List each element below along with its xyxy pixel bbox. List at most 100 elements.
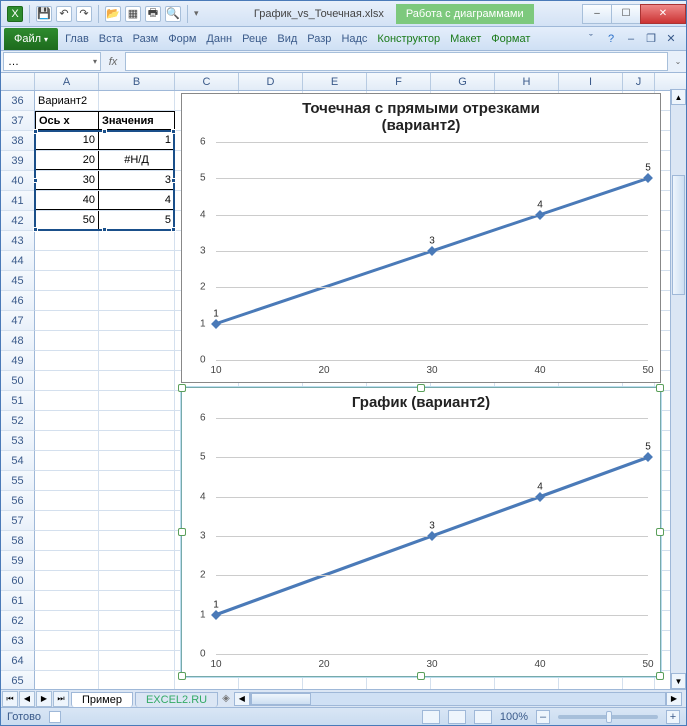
zoom-level[interactable]: 100% [500,711,528,723]
cell[interactable] [35,451,99,470]
col-F[interactable]: F [367,73,431,90]
cell[interactable] [35,591,99,610]
col-B[interactable]: B [99,73,175,90]
scroll-up-button[interactable]: ▲ [671,89,686,105]
cell[interactable] [99,491,175,510]
vertical-scrollbar[interactable]: ▲ ▼ [670,89,686,689]
tab-insert[interactable]: Вста [94,27,128,50]
formula-bar[interactable] [125,52,668,71]
redo-icon[interactable]: ↷ [76,6,92,22]
row-header[interactable]: 40 [1,171,35,191]
row-header[interactable]: 43 [1,231,35,251]
new-icon[interactable]: ▦ [125,6,141,22]
cell[interactable]: 30 [35,171,99,190]
cell[interactable] [35,651,99,670]
print-icon[interactable]: 🖶 [145,6,161,22]
cell[interactable] [35,411,99,430]
col-D[interactable]: D [239,73,303,90]
row-header[interactable]: 42 [1,211,35,231]
row-header[interactable]: 50 [1,371,35,391]
tab-chart-layout[interactable]: Макет [445,27,486,50]
hscroll-thumb[interactable] [251,693,311,705]
tab-home[interactable]: Глав [60,27,94,50]
cell[interactable] [99,271,175,290]
tab-formulas[interactable]: Форм [163,27,201,50]
cell[interactable] [99,231,175,250]
row-header[interactable]: 41 [1,191,35,211]
formula-bar-expand-icon[interactable]: ⌄ [670,51,686,72]
row-header[interactable]: 59 [1,551,35,571]
close-button[interactable]: ✕ [640,4,686,24]
chart-scatter[interactable]: Точечная с прямыми отрезками(вариант2) 0… [181,93,661,383]
fx-icon[interactable]: fx [103,51,123,72]
row-header[interactable]: 52 [1,411,35,431]
minimize-button[interactable]: – [582,4,612,24]
cell[interactable]: 5 [99,211,175,230]
sheet-nav-last[interactable]: ⏭ [53,691,69,707]
cell[interactable] [99,431,175,450]
cell[interactable] [99,391,175,410]
cell[interactable] [99,531,175,550]
file-tab[interactable]: Файл▾ [4,28,58,50]
save-icon[interactable]: 💾 [36,6,52,22]
row-header[interactable]: 58 [1,531,35,551]
cell[interactable] [99,351,175,370]
col-G[interactable]: G [431,73,495,90]
cell[interactable] [35,371,99,390]
cell[interactable]: 10 [35,131,99,150]
qat-dropdown-icon[interactable]: ▾ [194,8,199,19]
cell[interactable]: Вариант2 [35,91,99,110]
row-header[interactable]: 48 [1,331,35,351]
col-C[interactable]: C [175,73,239,90]
cell[interactable] [99,451,175,470]
sheet-nav-prev[interactable]: ◀ [19,691,35,707]
cell[interactable] [35,231,99,250]
col-I[interactable]: I [559,73,623,90]
cell[interactable] [99,571,175,590]
sheet-nav-next[interactable]: ▶ [36,691,52,707]
new-sheet-icon[interactable]: ◈ [222,693,230,704]
cell[interactable] [35,251,99,270]
vscroll-thumb[interactable] [672,175,685,295]
workbook-close-icon[interactable]: ✕ [664,32,678,46]
cell[interactable] [35,311,99,330]
col-E[interactable]: E [303,73,367,90]
cell[interactable]: 20 [35,151,99,170]
cell[interactable]: 40 [35,191,99,210]
tab-review[interactable]: Реце [237,27,272,50]
grid-area[interactable]: 3637383940414243444546474849505152535455… [1,91,686,697]
workbook-restore-icon[interactable]: ❐ [644,32,658,46]
cell[interactable] [99,591,175,610]
row-header[interactable]: 37 [1,111,35,131]
row-header[interactable]: 39 [1,151,35,171]
cell[interactable] [99,611,175,630]
maximize-button[interactable]: ☐ [611,4,641,24]
row-header[interactable]: 51 [1,391,35,411]
open-icon[interactable]: 📂 [105,6,121,22]
row-header[interactable]: 36 [1,91,35,111]
sheet-tab-inactive[interactable]: EXCEL2.RU [135,692,218,707]
row-header[interactable]: 64 [1,651,35,671]
zoom-in-button[interactable]: + [666,710,680,724]
cell[interactable] [99,671,175,690]
sheet-tab-active[interactable]: Пример [71,692,133,707]
row-header[interactable]: 55 [1,471,35,491]
hscroll-right[interactable]: ▶ [666,692,682,706]
zoom-slider[interactable] [558,715,658,719]
row-header[interactable]: 60 [1,571,35,591]
cell[interactable]: Значения [99,111,175,130]
cell[interactable] [35,511,99,530]
name-box[interactable]: … [3,52,101,71]
col-J[interactable]: J [623,73,655,90]
cell[interactable]: Ось х [35,111,99,130]
cell[interactable] [35,431,99,450]
row-header[interactable]: 54 [1,451,35,471]
cell[interactable] [99,311,175,330]
col-A[interactable]: A [35,73,99,90]
cell[interactable] [99,251,175,270]
workbook-min-icon[interactable]: – [624,32,638,46]
cell[interactable]: 1 [99,131,175,150]
cell[interactable] [35,631,99,650]
ribbon-minimize-icon[interactable]: ˇ [584,32,598,46]
row-header[interactable]: 49 [1,351,35,371]
